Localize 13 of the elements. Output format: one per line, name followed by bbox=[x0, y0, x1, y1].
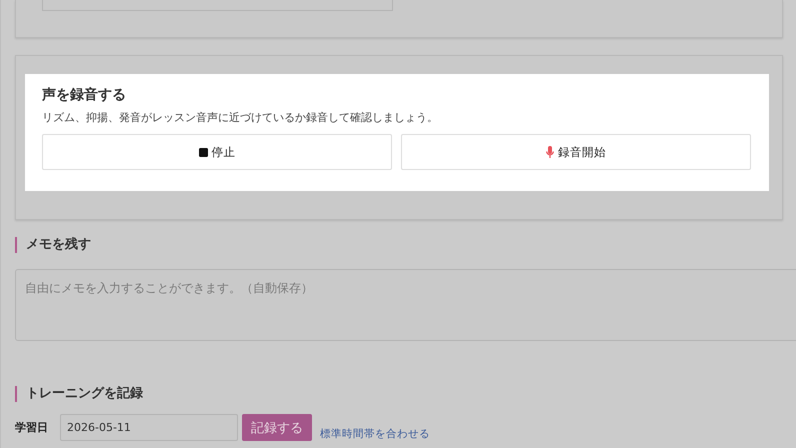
submit-button[interactable]: 記録する bbox=[242, 414, 312, 441]
section-heading: メモを残す bbox=[15, 237, 796, 253]
microphone-icon bbox=[546, 146, 554, 158]
stop-button[interactable]: 停止 bbox=[42, 134, 392, 170]
record-button[interactable]: 録音開始 bbox=[401, 134, 751, 170]
stop-icon bbox=[198, 148, 208, 156]
description-text: リズム、抑揚、発音がレッスン音声に近づけているか録音して確認しましょう。 bbox=[42, 110, 439, 125]
memo-field[interactable]: 自由にメモを入力することができます。（自動保存） bbox=[15, 269, 796, 341]
timezone-link[interactable]: 標準時間帯を合わせる bbox=[320, 426, 430, 440]
date-field[interactable]: 2026-05-11 bbox=[60, 414, 238, 441]
section-heading: トレーニングを記録 bbox=[15, 386, 796, 402]
date-label: 学習日 bbox=[15, 420, 49, 435]
section-title: 声を録音する bbox=[42, 86, 127, 104]
